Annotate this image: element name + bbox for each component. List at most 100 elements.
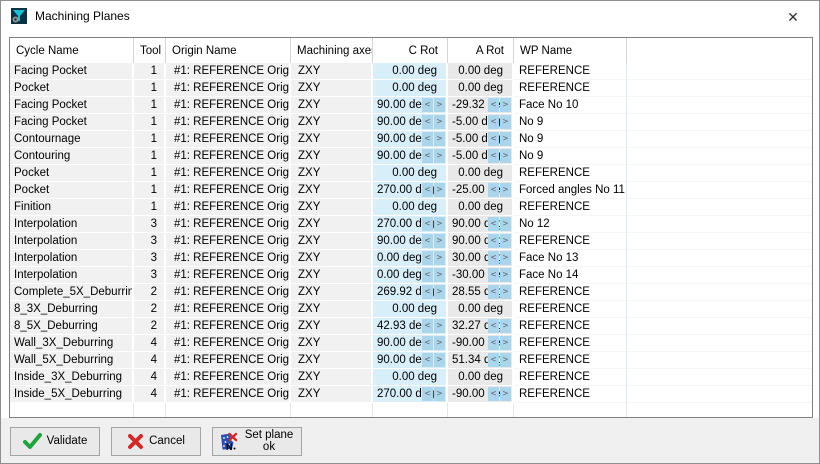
cancel-button[interactable]: Cancel <box>111 427 201 456</box>
spin-right-button[interactable]: > <box>500 149 511 163</box>
c-rot-cell[interactable]: 90.00 deg<> <box>373 148 448 165</box>
spin-left-button[interactable]: < <box>422 183 433 197</box>
spin-right-button[interactable]: > <box>500 319 511 333</box>
a-rot-cell[interactable]: -29.32 deg<> <box>448 97 514 114</box>
spin-right-button[interactable]: > <box>434 115 445 129</box>
table-row[interactable]: Pocket 1 #1: REFERENCE Origin ZXY 270.00… <box>10 182 812 199</box>
c-rot-cell[interactable]: 0.00 deg <box>373 369 448 386</box>
spin-left-button[interactable]: < <box>488 115 499 129</box>
spin-left-button[interactable]: < <box>422 268 433 282</box>
c-rot-cell[interactable]: 270.00 deg<> <box>373 386 448 403</box>
table-row[interactable]: Wall_5X_Deburring 4 #1: REFERENCE Origin… <box>10 352 812 369</box>
a-rot-cell[interactable]: 90.00 deg<> <box>448 233 514 250</box>
table-row[interactable]: Interpolation 3 #1: REFERENCE Origin ZXY… <box>10 267 812 284</box>
a-rot-cell[interactable]: -5.00 deg<> <box>448 148 514 165</box>
c-rot-cell[interactable]: 90.00 deg<> <box>373 335 448 352</box>
spin-left-button[interactable]: < <box>422 387 433 401</box>
spin-right-button[interactable]: > <box>434 234 445 248</box>
c-rot-cell[interactable]: 90.00 deg<> <box>373 97 448 114</box>
spin-left-button[interactable]: < <box>422 132 433 146</box>
spin-left-button[interactable]: < <box>488 234 499 248</box>
c-rot-cell[interactable]: 0.00 deg<> <box>373 267 448 284</box>
c-rot-cell[interactable]: 270.00 deg<> <box>373 216 448 233</box>
c-rot-cell[interactable]: 269.92 deg<> <box>373 284 448 301</box>
c-rot-cell[interactable]: 0.00 deg <box>373 63 448 80</box>
close-button[interactable]: ✕ <box>781 6 805 28</box>
spin-left-button[interactable]: < <box>422 336 433 350</box>
spin-right-button[interactable]: > <box>500 183 511 197</box>
a-rot-cell[interactable]: 0.00 deg <box>448 369 514 386</box>
a-rot-cell[interactable]: 0.00 deg <box>448 165 514 182</box>
table-row[interactable]: Facing Pocket 1 #1: REFERENCE Origin ZXY… <box>10 97 812 114</box>
spin-right-button[interactable]: > <box>500 387 511 401</box>
a-rot-cell[interactable]: 32.27 deg<> <box>448 318 514 335</box>
table-row[interactable]: Complete_5X_Deburring 2 #1: REFERENCE Or… <box>10 284 812 301</box>
spin-left-button[interactable]: < <box>488 285 499 299</box>
c-rot-cell[interactable]: 90.00 deg<> <box>373 352 448 369</box>
spin-right-button[interactable]: > <box>434 319 445 333</box>
table-row[interactable]: Interpolation 3 #1: REFERENCE Origin ZXY… <box>10 216 812 233</box>
spin-right-button[interactable]: > <box>434 285 445 299</box>
spin-left-button[interactable]: < <box>422 234 433 248</box>
table-row[interactable]: Inside_5X_Deburring 4 #1: REFERENCE Orig… <box>10 386 812 403</box>
spin-left-button[interactable]: < <box>422 149 433 163</box>
spin-right-button[interactable]: > <box>434 183 445 197</box>
spin-left-button[interactable]: < <box>422 251 433 265</box>
spin-right-button[interactable]: > <box>434 98 445 112</box>
table-row[interactable]: Finition 1 #1: REFERENCE Origin ZXY 0.00… <box>10 199 812 216</box>
a-rot-cell[interactable]: 51.34 deg<> <box>448 352 514 369</box>
spin-left-button[interactable]: < <box>488 183 499 197</box>
table-row[interactable]: Pocket 1 #1: REFERENCE Origin ZXY 0.00 d… <box>10 80 812 97</box>
a-rot-cell[interactable]: -90.00 deg<> <box>448 335 514 352</box>
spin-left-button[interactable]: < <box>488 217 499 231</box>
spin-right-button[interactable]: > <box>434 387 445 401</box>
table-row[interactable]: Pocket 1 #1: REFERENCE Origin ZXY 0.00 d… <box>10 165 812 182</box>
spin-right-button[interactable]: > <box>500 285 511 299</box>
spin-right-button[interactable]: > <box>434 132 445 146</box>
c-rot-cell[interactable]: 90.00 deg<> <box>373 114 448 131</box>
c-rot-cell[interactable]: 90.00 deg<> <box>373 131 448 148</box>
spin-right-button[interactable]: > <box>500 336 511 350</box>
validate-button[interactable]: Validate <box>10 427 100 456</box>
table-row[interactable]: Inside_3X_Deburring 4 #1: REFERENCE Orig… <box>10 369 812 386</box>
a-rot-cell[interactable]: -25.00 deg<> <box>448 182 514 199</box>
c-rot-cell[interactable]: 42.93 deg<> <box>373 318 448 335</box>
spin-left-button[interactable]: < <box>422 319 433 333</box>
table-row[interactable]: 8_3X_Deburring 2 #1: REFERENCE Origin ZX… <box>10 301 812 318</box>
c-rot-cell[interactable]: 0.00 deg <box>373 165 448 182</box>
table-row[interactable]: Wall_3X_Deburring 4 #1: REFERENCE Origin… <box>10 335 812 352</box>
spin-left-button[interactable]: < <box>422 217 433 231</box>
spin-right-button[interactable]: > <box>500 268 511 282</box>
spin-left-button[interactable]: < <box>488 132 499 146</box>
spin-right-button[interactable]: > <box>500 115 511 129</box>
a-rot-cell[interactable]: 0.00 deg <box>448 63 514 80</box>
a-rot-cell[interactable]: 0.00 deg <box>448 301 514 318</box>
spin-right-button[interactable]: > <box>500 217 511 231</box>
spin-left-button[interactable]: < <box>488 353 499 367</box>
table-row[interactable]: Contournage 1 #1: REFERENCE Origin ZXY 9… <box>10 131 812 148</box>
spin-right-button[interactable]: > <box>500 98 511 112</box>
spin-left-button[interactable]: < <box>488 387 499 401</box>
table-row[interactable]: Interpolation 3 #1: REFERENCE Origin ZXY… <box>10 250 812 267</box>
spin-left-button[interactable]: < <box>488 98 499 112</box>
a-rot-cell[interactable]: 90.00 deg<> <box>448 216 514 233</box>
spin-right-button[interactable]: > <box>434 353 445 367</box>
table-row[interactable]: Interpolation 3 #1: REFERENCE Origin ZXY… <box>10 233 812 250</box>
table-row[interactable]: Contouring 1 #1: REFERENCE Origin ZXY 90… <box>10 148 812 165</box>
a-rot-cell[interactable]: -30.00 deg<> <box>448 267 514 284</box>
spin-right-button[interactable]: > <box>434 336 445 350</box>
a-rot-cell[interactable]: -5.00 deg<> <box>448 131 514 148</box>
spin-left-button[interactable]: < <box>422 98 433 112</box>
c-rot-cell[interactable]: 270.00 deg<> <box>373 182 448 199</box>
spin-right-button[interactable]: > <box>434 217 445 231</box>
c-rot-cell[interactable]: 0.00 deg <box>373 199 448 216</box>
spin-left-button[interactable]: < <box>422 285 433 299</box>
spin-left-button[interactable]: < <box>488 149 499 163</box>
spin-right-button[interactable]: > <box>434 251 445 265</box>
c-rot-cell[interactable]: 0.00 deg <box>373 80 448 97</box>
table-row[interactable]: 8_5X_Deburring 2 #1: REFERENCE Origin ZX… <box>10 318 812 335</box>
set-plane-ok-button[interactable]: N Set plane ok <box>212 427 302 456</box>
table-row[interactable]: Facing Pocket 1 #1: REFERENCE Origin ZXY… <box>10 63 812 80</box>
spin-right-button[interactable]: > <box>434 268 445 282</box>
c-rot-cell[interactable]: 0.00 deg<> <box>373 250 448 267</box>
